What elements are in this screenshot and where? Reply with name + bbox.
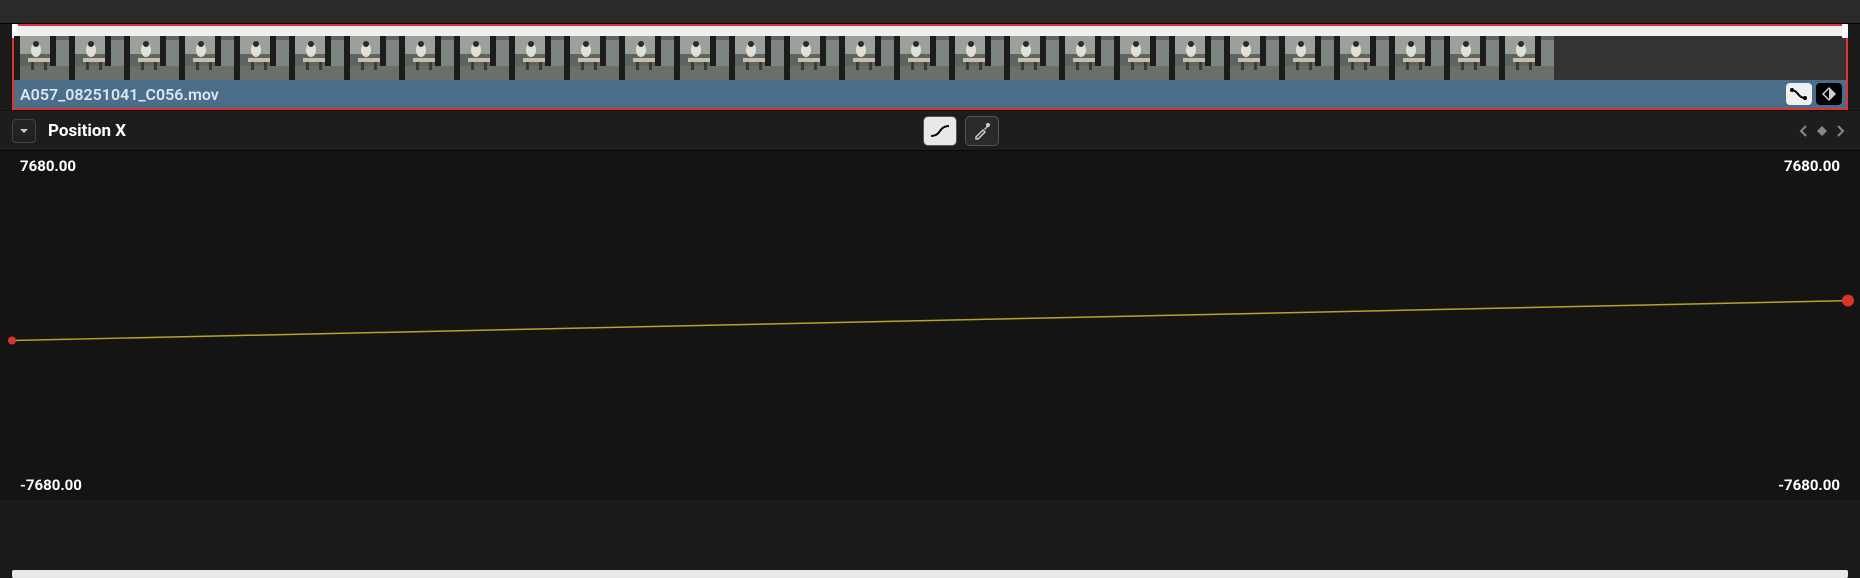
thumbnail-frame[interactable] — [674, 36, 729, 80]
curve-tools — [138, 116, 1784, 146]
ease-curve-icon — [929, 123, 951, 139]
thumbnail-frame[interactable] — [1334, 36, 1389, 80]
thumbnail-frame[interactable] — [784, 36, 839, 80]
ease-curve-tool[interactable] — [923, 116, 957, 146]
curve-svg — [0, 151, 1860, 500]
thumbnail-frame[interactable] — [509, 36, 564, 80]
thumbnail-frame[interactable] — [1114, 36, 1169, 80]
thumbnail-frame[interactable] — [1499, 36, 1554, 80]
chevron-right-icon — [1835, 125, 1845, 137]
keyframe-button[interactable] — [1816, 83, 1842, 105]
horizontal-scrollbar[interactable] — [12, 570, 1848, 578]
chevron-left-icon — [1799, 125, 1809, 137]
thumbnail-frame[interactable] — [1004, 36, 1059, 80]
keyframe-point-start[interactable] — [8, 336, 16, 344]
thumbnail-frame[interactable] — [454, 36, 509, 80]
thumbnail-strip[interactable]: // placeholder so template stays literal… — [14, 36, 1846, 80]
parameter-name: Position X — [48, 121, 126, 141]
thumbnail-frame[interactable] — [839, 36, 894, 80]
next-keyframe-button[interactable] — [1832, 123, 1848, 139]
thumbnail-frame[interactable] — [949, 36, 1004, 80]
clip-container: // placeholder so template stays literal… — [12, 24, 1848, 110]
thumbnail-frame[interactable] — [564, 36, 619, 80]
add-keyframe-button[interactable] — [1814, 123, 1830, 139]
top-toolbar-gap — [0, 0, 1860, 24]
keyframe-icon — [1821, 86, 1837, 102]
thumbnail-frame[interactable] — [1224, 36, 1279, 80]
keyframe-diamond-icon — [1816, 125, 1828, 137]
thumbnail-frame[interactable] — [1059, 36, 1114, 80]
trim-handle-out[interactable] — [1842, 24, 1848, 38]
trim-bar[interactable] — [16, 26, 1844, 36]
curve-editor-icon — [1789, 86, 1809, 102]
keyframe-nav — [1796, 123, 1848, 139]
thumbnail-frame[interactable] — [619, 36, 674, 80]
thumbnail-frame[interactable] — [1389, 36, 1444, 80]
thumbnail-frame[interactable] — [894, 36, 949, 80]
thumbnail-frame[interactable] — [344, 36, 399, 80]
parameter-dropdown[interactable] — [12, 119, 36, 143]
thumbnail-frame[interactable] — [289, 36, 344, 80]
curve-editor-button[interactable] — [1786, 83, 1812, 105]
parameter-row: Position X — [0, 110, 1860, 150]
curve-line[interactable] — [12, 301, 1848, 341]
thumbnail-frame[interactable] — [124, 36, 179, 80]
thumbnail-frame[interactable] — [69, 36, 124, 80]
prev-keyframe-button[interactable] — [1796, 123, 1812, 139]
clip-filename: A057_08251041_C056.mov — [20, 85, 219, 104]
thumbnail-frame[interactable] — [729, 36, 784, 80]
curve-graph-area[interactable]: 7680.00 7680.00 -7680.00 -7680.00 — [0, 150, 1860, 500]
dropdown-icon — [19, 127, 29, 135]
thumbnail-frame[interactable] — [14, 36, 69, 80]
thumbnail-frame[interactable] — [399, 36, 454, 80]
clip-bar-buttons — [1786, 83, 1842, 105]
thumbnail-frame[interactable] — [234, 36, 289, 80]
thumbnail-frame[interactable] — [1444, 36, 1499, 80]
thumbnail-frame[interactable] — [1169, 36, 1224, 80]
thumbnail-frame[interactable] — [1279, 36, 1334, 80]
eyedropper-icon — [973, 122, 991, 140]
keyframe-point-end[interactable] — [1842, 295, 1854, 307]
eyedropper-tool[interactable] — [965, 116, 999, 146]
clip-name-bar: A057_08251041_C056.mov — [14, 80, 1846, 108]
thumbnail-frame[interactable] — [179, 36, 234, 80]
